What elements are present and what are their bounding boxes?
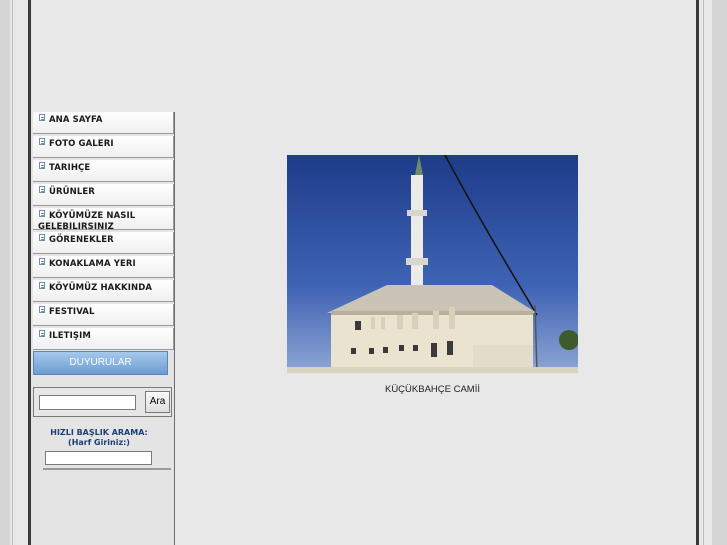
search-button[interactable]: Ara: [145, 391, 170, 413]
quick-search-subtitle: (Harf Giriniz:): [68, 438, 130, 447]
left-margin: [0, 0, 10, 545]
quick-search-input[interactable]: [45, 451, 152, 465]
document-icon: [39, 162, 45, 169]
quick-search-title: HIZLI BAŞLIK ARAMA:: [50, 428, 148, 437]
divider: [43, 468, 171, 470]
menu-item-label: KÖYÜMÜZE NASIL GELEBILIRSINIZ: [38, 211, 136, 232]
menu-item-tarihce[interactable]: TARIHÇE: [33, 160, 174, 182]
mosque-photo: [287, 155, 578, 373]
document-icon: [39, 186, 45, 193]
menu-item-label: FESTIVAL: [49, 307, 95, 317]
document-icon: [39, 234, 45, 241]
menu-item-nasil-gelebilirsiniz[interactable]: KÖYÜMÜZE NASIL GELEBILIRSINIZ: [33, 208, 174, 232]
document-icon: [39, 282, 45, 289]
right-border-rule: [696, 0, 699, 545]
menu-item-label: KONAKLAMA YERI: [49, 259, 136, 269]
menu-item-urunler[interactable]: ÜRÜNLER: [33, 184, 174, 206]
left-thin-rule: [12, 0, 13, 545]
right-thin-rule: [703, 0, 704, 545]
document-icon: [39, 114, 45, 121]
menu-item-gorenekler[interactable]: GÖRENEKLER: [33, 232, 174, 254]
menu-item-ana-sayfa[interactable]: ANA SAYFA: [33, 112, 174, 134]
document-icon: [39, 306, 45, 313]
menu-item-label: TARIHÇE: [49, 163, 91, 173]
menu-item-label: ANA SAYFA: [49, 115, 103, 125]
document-icon: [39, 258, 45, 265]
right-margin: [712, 0, 727, 545]
photo-caption: KÜÇÜKBAHÇE CAMİİ: [384, 384, 480, 395]
menu-item-label: ÜRÜNLER: [49, 187, 95, 197]
menu-item-iletisim[interactable]: ILETIŞIM: [33, 328, 174, 350]
menu-item-festival[interactable]: FESTIVAL: [33, 304, 174, 326]
menu-item-label: GÖRENEKLER: [49, 235, 114, 245]
document-icon: [39, 138, 45, 145]
menu-item-label: FOTO GALERI: [49, 139, 114, 149]
announcements-button[interactable]: DUYURULAR: [33, 351, 168, 375]
menu-item-label: KÖYÜMÜZ HAKKINDA: [49, 283, 153, 293]
menu-item-konaklama-yeri[interactable]: KONAKLAMA YERI: [33, 256, 174, 278]
header-area: [31, 0, 696, 112]
search-input[interactable]: [39, 395, 136, 410]
menu-item-foto-galeri[interactable]: FOTO GALERI: [33, 136, 174, 158]
menu-item-label: ILETIŞIM: [49, 331, 91, 341]
sidebar: ANA SAYFA FOTO GALERI TARIHÇE ÜRÜNLER KÖ…: [32, 112, 175, 545]
document-icon: [39, 330, 45, 337]
search-box: Ara: [33, 387, 172, 417]
menu-item-koyumuz-hakkinda[interactable]: KÖYÜMÜZ HAKKINDA: [33, 280, 174, 302]
